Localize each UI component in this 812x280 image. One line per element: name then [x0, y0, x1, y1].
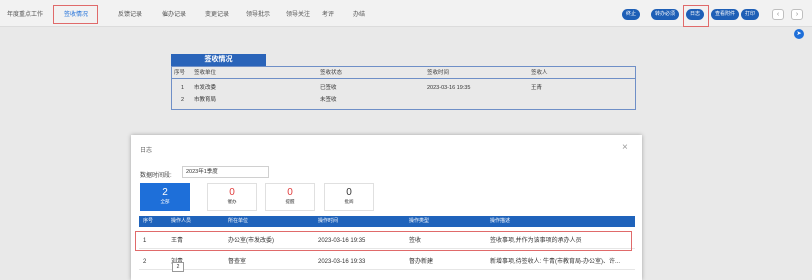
tab-feedback-records[interactable]: 反馈记录 — [118, 9, 142, 18]
log-header-time: 操作时间 — [318, 218, 339, 224]
top-tab-bar: 年度重点工作 签收情况 反馈记录 催办记录 变更记录 领导批示 领导关注 考评 … — [0, 0, 812, 27]
chevron-left-icon[interactable]: ‹ — [772, 9, 784, 20]
stat-all-count: 2 — [162, 187, 168, 198]
stat-review[interactable]: 0 批阅 — [324, 183, 374, 211]
log-button-highlight-box — [683, 5, 709, 27]
stat-remind[interactable]: 0 提醒 — [265, 183, 315, 211]
sign-status-table: 序号 签收单位 签收状态 签收时间 签收人 1 市发改委 已签收 2023-03… — [171, 66, 636, 110]
sign-cell-status: 未签收 — [320, 97, 337, 103]
sign-header-status: 签收状态 — [320, 70, 343, 76]
modal-title: 日志 — [140, 148, 153, 154]
stat-review-label: 批阅 — [344, 199, 354, 204]
sign-cell-signer: 王青 — [531, 85, 543, 91]
tab-leader-attention[interactable]: 领导关注 — [286, 9, 310, 18]
sign-cell-index: 2 — [181, 97, 185, 103]
tab-annual-key-work[interactable]: 年度重点工作 — [7, 9, 43, 18]
log-table-header: 序号 操作人员 所在单位 操作时间 操作类型 操作描述 — [139, 216, 635, 227]
sign-table-row: 1 市发改委 已签收 2023-03-16 19:35 王青 — [172, 82, 635, 94]
sign-cell-status: 已签收 — [320, 85, 337, 91]
sign-cell-unit: 市教育局 — [194, 97, 217, 103]
stat-review-count: 0 — [346, 187, 352, 198]
sign-status-title: 签收情况 — [171, 54, 266, 66]
stat-remind-count: 0 — [287, 187, 293, 198]
sign-header-unit: 签收单位 — [194, 70, 217, 76]
stat-all-label: 全部 — [160, 199, 170, 204]
period-select[interactable]: 2023年1季度 — [182, 166, 269, 178]
tab-highlight-box — [53, 5, 98, 24]
stat-urge-count: 0 — [229, 187, 235, 198]
tab-leader-instructions[interactable]: 领导批示 — [246, 9, 270, 18]
sign-header-time: 签收时间 — [427, 70, 450, 76]
log-cell-time: 2023-03-16 19:33 — [318, 259, 366, 265]
view-attachments-button[interactable]: 查看附件 — [711, 9, 740, 20]
stat-all[interactable]: 2 全部 — [140, 183, 190, 211]
tab-evaluation[interactable]: 考评 — [322, 9, 334, 18]
log-header-operator: 操作人员 — [171, 218, 192, 224]
tab-change-records[interactable]: 变更记录 — [205, 9, 229, 18]
log-cell-unit: 督查室 — [228, 259, 247, 265]
period-label: 数据时间段: — [140, 173, 172, 179]
sign-table-row: 2 市教育局 未签收 — [172, 94, 635, 106]
log-header-desc: 操作描述 — [490, 218, 511, 224]
log-header-index: 序号 — [143, 218, 154, 224]
print-button[interactable]: 打印 — [741, 9, 760, 20]
close-icon[interactable]: × — [622, 143, 628, 153]
log-modal: 日志 × 数据时间段: 2023年1季度 2 全部 0 催办 0 提醒 0 批阅… — [131, 135, 642, 280]
page-number-button[interactable]: 2 — [172, 262, 184, 272]
log-cell-desc: 新增事项,待签收人: 牛青(市教育局-办公室)、许... — [490, 259, 620, 265]
stat-urge[interactable]: 0 催办 — [207, 183, 257, 211]
log-header-type: 操作类型 — [409, 218, 430, 224]
terminate-button[interactable]: 终止 — [622, 9, 641, 20]
log-cell-type: 督办新建 — [409, 259, 434, 265]
sign-status-panel: 签收情况 序号 签收单位 签收状态 签收时间 签收人 1 市发改委 已签收 20… — [171, 54, 636, 110]
sign-cell-index: 1 — [181, 85, 185, 91]
stat-urge-label: 催办 — [227, 199, 237, 204]
tab-urge-records[interactable]: 催办记录 — [162, 9, 186, 18]
chevron-right-icon[interactable]: › — [791, 9, 803, 20]
sign-header-signer: 签收人 — [531, 70, 548, 76]
sign-cell-unit: 市发改委 — [194, 85, 217, 91]
log-cell-index: 2 — [143, 259, 147, 265]
transfer-button[interactable]: 转办必须 — [651, 9, 680, 20]
tab-completed[interactable]: 办结 — [353, 9, 365, 18]
send-icon[interactable]: ➤ — [794, 29, 804, 39]
sign-cell-time: 2023-03-16 19:35 — [427, 85, 471, 91]
sign-header-index: 序号 — [174, 70, 186, 76]
log-table-row: 2 刘青 督查室 2023-03-16 19:33 督办新建 新增事项,待签收人… — [139, 254, 635, 270]
sign-table-header: 序号 签收单位 签收状态 签收时间 签收人 — [172, 67, 635, 79]
log-header-unit: 所在单位 — [228, 218, 249, 224]
stat-remind-label: 提醒 — [285, 199, 295, 204]
row-highlight-box — [135, 231, 632, 251]
